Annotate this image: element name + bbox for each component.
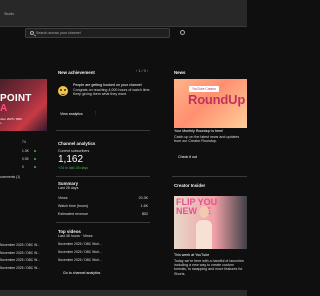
achievement-pager-text: 1 / 3	[138, 69, 146, 73]
smile-icon	[58, 86, 68, 96]
divider	[56, 222, 150, 223]
top-video-row[interactable]: November 2025 / DBC Worl...	[58, 250, 102, 254]
summary-row-label: Estimated revenue	[58, 212, 88, 216]
go-to-analytics-button[interactable]: Go to channel analytics	[63, 271, 100, 275]
achievement-body: Congrats on reaching 4,000 hours of watc…	[73, 88, 151, 97]
news-headline: Your Monthly Roundup is here!	[174, 129, 224, 133]
achievement-title: New achievement	[58, 70, 95, 75]
search-icon	[30, 31, 34, 35]
thumb-caption-1: nber 2025 / DBC	[0, 117, 23, 121]
search-placeholder: Search across your channel	[36, 31, 81, 35]
achievement-headline: People are getting hooked on your channe…	[73, 83, 142, 87]
top-videos-period: Last 48 hours · Views	[58, 234, 93, 238]
analytics-title: Channel analytics	[58, 141, 96, 146]
insider-body: Today we're here with a handful of launc…	[174, 259, 244, 276]
news-body: Catch up on the latest news and updates …	[174, 135, 240, 144]
divider	[172, 176, 247, 177]
top-video-row[interactable]: November 2025 / DBC Worl...	[58, 258, 102, 262]
achievement-pager[interactable]: ‹ 1 / 3 ›	[136, 69, 148, 73]
summary-row-watchtime: Watch time (hours) 1.6K	[58, 204, 150, 210]
top-video-title: November 2025 / DBC Worl...	[58, 258, 102, 262]
recent-row-1[interactable]: November 2025 / DBC W...	[0, 243, 40, 247]
next-arrow-icon[interactable]: ›	[147, 69, 148, 73]
summary-period: Last 28 days	[58, 186, 79, 190]
view-analytics-button[interactable]: View analytics	[60, 112, 83, 116]
stat-value-2: 1.3K	[22, 149, 29, 153]
top-video-title: November 2025 / DBC Worl...	[58, 242, 102, 246]
insider-title: Creator Insider	[174, 183, 206, 188]
stat-value-1: 74	[22, 140, 26, 144]
top-bar: Studio	[0, 0, 247, 27]
help-icon[interactable]	[180, 30, 185, 35]
insider-thumbnail[interactable]: FLIP YOU NEW FE	[174, 196, 247, 249]
subs-label: Current subscribers	[58, 149, 90, 153]
stat-up-icon	[34, 166, 36, 168]
recent-row-4[interactable]: November 2025 / DBC W...	[0, 266, 40, 270]
top-video-row[interactable]: November 2025 / DBC Worl...	[58, 242, 102, 246]
divider	[56, 176, 150, 177]
thumb-caption-2: t...	[0, 121, 4, 125]
recent-row-2[interactable]: November 2025 / DBC W...	[0, 251, 40, 255]
stat-up-icon	[34, 158, 36, 160]
stat-value-3: 0:35	[22, 157, 29, 161]
recent-row-3[interactable]: November 2025 / DBC W...	[0, 258, 40, 262]
latest-video-thumbnail[interactable]: POINT A nber 2025 / DBC t...	[0, 79, 47, 131]
summary-row-value: 1.6K	[140, 204, 148, 208]
news-title: News	[174, 70, 186, 75]
subs-value: 1,162	[58, 154, 84, 165]
thumb-title-2: A	[0, 103, 8, 114]
summary-row-label: Views	[58, 196, 68, 200]
thumb-caption: nber 2025 / DBC t...	[0, 117, 22, 125]
comments-link[interactable]: comments (1)	[0, 175, 20, 179]
taskbar	[0, 290, 247, 296]
subs-delta: +24 in last 28 days	[58, 166, 89, 170]
divider	[56, 130, 150, 131]
brand-label: Studio	[4, 12, 15, 16]
presenter-image	[194, 204, 214, 249]
summary-row-label: Watch time (hours)	[58, 204, 89, 208]
insider-headline: This week at YouTube	[174, 253, 210, 257]
search-input[interactable]: Search across your channel	[25, 28, 170, 38]
summary-row-value: $52	[142, 212, 148, 216]
summary-row-views: Views 20.3K	[58, 196, 150, 202]
stat-value-4: 0	[22, 165, 24, 169]
summary-row-revenue: Estimated revenue $52	[58, 212, 150, 218]
check-it-out-button[interactable]: Check it out	[178, 155, 197, 159]
stat-up-icon	[34, 150, 36, 152]
more-options-icon[interactable]: ⋮	[94, 111, 98, 115]
news-image[interactable]: YouTube Creator RoundUp	[174, 79, 247, 128]
summary-row-value: 20.3K	[138, 196, 148, 200]
news-big-text: RoundUp	[188, 92, 246, 107]
top-video-title: November 2025 / DBC Worl...	[58, 250, 102, 254]
